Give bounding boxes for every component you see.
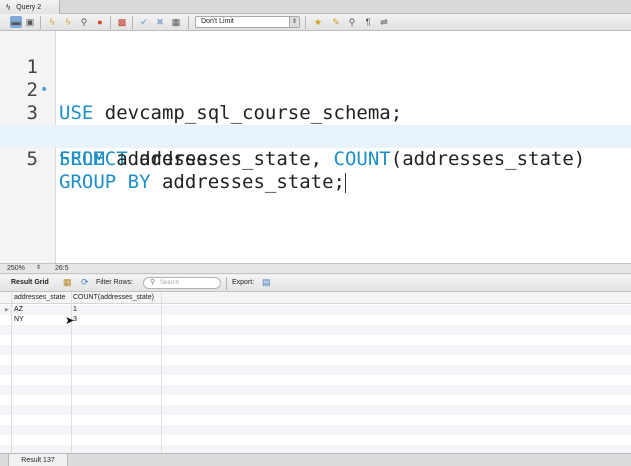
toggle-error-icon[interactable]: ▩ bbox=[116, 16, 128, 28]
column-header[interactable]: addresses_state bbox=[14, 292, 65, 304]
find-icon[interactable]: ⚲ bbox=[346, 16, 358, 28]
bookmark-icon[interactable]: ★ bbox=[312, 16, 324, 28]
cell[interactable]: AZ bbox=[14, 305, 23, 315]
tab-label: Query 2 bbox=[16, 3, 42, 11]
empty-row bbox=[0, 385, 631, 395]
result-toolbar: Result Grid ▦ ⟳ Filter Rows: ⚲ Search Ex… bbox=[0, 275, 631, 292]
limit-select[interactable]: Don't Limit ⇕ bbox=[195, 16, 300, 28]
cell[interactable]: NY bbox=[14, 315, 24, 325]
line-number: 5 bbox=[26, 148, 38, 170]
empty-row bbox=[0, 325, 631, 335]
chevron-updown-icon: ⇕ bbox=[289, 17, 299, 27]
search-icon: ⚲ bbox=[150, 279, 156, 286]
open-folder-icon[interactable]: ▬ bbox=[10, 16, 22, 28]
keyword: GROUP BY bbox=[59, 171, 151, 193]
code-text: addresses_state; bbox=[150, 171, 345, 193]
beautify-icon[interactable]: ✎ bbox=[330, 16, 342, 28]
editor-line: 3 • SELECT addresses_state, COUNT(addres… bbox=[0, 79, 631, 170]
execute-icon[interactable]: ϟ bbox=[46, 16, 58, 28]
code-text: (addresses_state) bbox=[390, 148, 586, 170]
empty-row bbox=[0, 365, 631, 375]
search-placeholder: Search bbox=[160, 280, 180, 286]
empty-row bbox=[0, 425, 631, 435]
save-icon[interactable]: ▣ bbox=[24, 16, 36, 28]
editor-toolbar: ▬ ▣ ϟ ϟ ⚲ ● ▩ ✔ ✖ ▦ Don't Limit ⇕ ★ ✎ ⚲ … bbox=[0, 14, 631, 31]
mouse-pointer-icon: ➤ bbox=[65, 315, 75, 327]
wrap-icon[interactable]: ⇌ bbox=[378, 16, 390, 28]
rollback-icon[interactable]: ✖ bbox=[154, 16, 166, 28]
commit-icon[interactable]: ✔ bbox=[138, 16, 150, 28]
refresh-icon[interactable]: ⟳ bbox=[81, 277, 89, 288]
limit-select-value: Don't Limit bbox=[201, 18, 234, 25]
result-tab-bar: Result 137 bbox=[0, 453, 631, 466]
query-tab-bar: ϟ Query 2 bbox=[0, 0, 631, 14]
keyword: FROM bbox=[59, 148, 105, 170]
editor-line: 2 bbox=[0, 56, 631, 101]
row-marker-icon: ▶ bbox=[5, 307, 9, 313]
text-cursor bbox=[344, 172, 346, 193]
lightning-icon: ϟ bbox=[6, 2, 11, 12]
editor-line: 4 FROM addresses bbox=[0, 102, 631, 170]
tab-result-137[interactable]: Result 137 bbox=[8, 454, 68, 466]
keyword: COUNT bbox=[333, 148, 391, 170]
empty-row bbox=[0, 345, 631, 355]
grid-view-icon[interactable]: ▦ bbox=[63, 277, 72, 288]
result-grid: addresses_state COUNT(addresses_state) ▶… bbox=[0, 292, 631, 455]
explain-icon[interactable]: ⚲ bbox=[78, 16, 90, 28]
stop-icon[interactable]: ● bbox=[94, 16, 106, 28]
table-row[interactable]: NY 3 bbox=[0, 315, 631, 325]
export-icon[interactable]: ▤ bbox=[262, 277, 271, 288]
code-text: addresses bbox=[104, 148, 220, 170]
column-divider bbox=[11, 292, 12, 453]
result-grid-label[interactable]: Result Grid bbox=[11, 279, 49, 286]
zoom-level[interactable]: 250% bbox=[7, 264, 25, 273]
sql-editor[interactable]: 1 • USE devcamp_sql_course_schema; 2 3 •… bbox=[0, 31, 631, 263]
column-divider bbox=[161, 292, 162, 453]
invisible-chars-icon[interactable]: ¶ bbox=[362, 16, 374, 28]
editor-line: 1 • USE devcamp_sql_course_schema; bbox=[0, 33, 631, 124]
editor-line-current: 5 GROUP BY addresses_state; bbox=[0, 125, 631, 193]
zoom-stepper-icon[interactable]: ⇕ bbox=[36, 264, 41, 273]
grid-header: addresses_state COUNT(addresses_state) bbox=[0, 292, 631, 304]
table-row[interactable]: ▶ AZ 1 bbox=[0, 305, 631, 315]
filter-rows-label: Filter Rows: bbox=[96, 279, 133, 286]
column-header[interactable]: COUNT(addresses_state) bbox=[73, 292, 154, 304]
cursor-position: 26:5 bbox=[55, 265, 69, 272]
execute-current-icon[interactable]: ϟ bbox=[62, 16, 74, 28]
empty-row bbox=[0, 405, 631, 415]
autocommit-icon[interactable]: ▦ bbox=[170, 16, 182, 28]
export-label: Export: bbox=[232, 279, 255, 286]
tab-query-2[interactable]: ϟ Query 2 bbox=[0, 0, 60, 14]
filter-search-input[interactable]: ⚲ Search bbox=[143, 277, 221, 289]
editor-status-bar: 250% ⇕ 26:5 bbox=[0, 263, 631, 274]
